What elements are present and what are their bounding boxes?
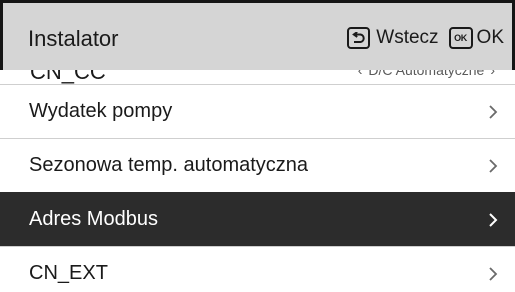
menu-item-label: Wydatek pompy: [29, 100, 173, 122]
menu-list: Wydatek pompy Sezonowa temp. automatyczn…: [0, 84, 515, 292]
header-bar: Instalator Wstecz OK OK: [0, 0, 515, 70]
menu-item-value: ‹ D/C Automatyczne ›: [352, 70, 501, 78]
menu-item-adres-modbus[interactable]: Adres Modbus: [0, 192, 515, 246]
menu-item-label: Sezonowa temp. automatyczna: [29, 154, 309, 176]
menu-item-value-text: D/C Automatyczne: [368, 70, 485, 78]
menu-item-wydatek-pompy[interactable]: Wydatek pompy: [0, 84, 515, 138]
ok-key-icon[interactable]: OK: [448, 27, 473, 49]
chevron-right-icon: [489, 105, 498, 119]
back-label[interactable]: Wstecz: [376, 27, 438, 49]
installer-menu-screen: Instalator Wstecz OK OK CN_CC ‹ D/C Auto…: [0, 0, 515, 292]
ok-label[interactable]: OK: [477, 27, 504, 49]
menu-item-sezonowa-temp[interactable]: Sezonowa temp. automatyczna: [0, 138, 515, 192]
chevron-left-icon[interactable]: ‹: [358, 70, 363, 78]
chevron-right-icon: [489, 213, 498, 227]
back-arrow-icon[interactable]: [347, 27, 371, 49]
menu-item-label: CN_EXT: [29, 262, 108, 284]
menu-item-cn-ext[interactable]: CN_EXT: [0, 246, 515, 292]
menu-item-label: CN_CC: [30, 70, 106, 84]
page-title: Instalator: [28, 26, 119, 51]
menu-item-label: Adres Modbus: [29, 208, 158, 230]
chevron-right-icon[interactable]: ›: [490, 70, 495, 78]
menu-item-cn-cc[interactable]: CN_CC ‹ D/C Automatyczne ›: [0, 70, 515, 84]
chevron-right-icon: [489, 267, 498, 281]
header-actions: Wstecz OK OK: [347, 24, 504, 52]
chevron-right-icon: [489, 159, 498, 173]
